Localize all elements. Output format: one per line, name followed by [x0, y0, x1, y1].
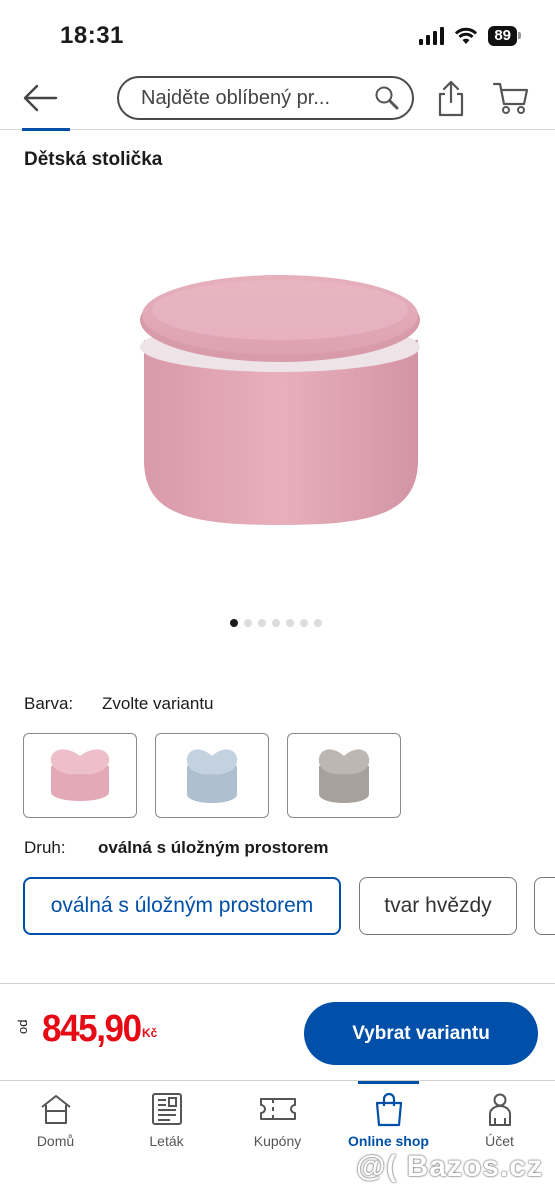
swatch-grey[interactable] — [287, 733, 401, 818]
gallery-dot[interactable] — [300, 619, 308, 627]
swatch-blue[interactable] — [155, 733, 269, 818]
arrow-left-icon — [23, 84, 58, 112]
color-value: Zvolte variantu — [102, 694, 214, 713]
tab-home-label: Domů — [36, 1133, 75, 1149]
pink-heart-ottoman-thumbnail — [50, 748, 110, 801]
product-image[interactable] — [130, 270, 430, 535]
tab-leaflet-label: Leták — [149, 1133, 184, 1149]
wifi-icon — [455, 27, 478, 44]
price-prefix: od — [15, 1019, 30, 1034]
search-placeholder: Najděte oblíbený pr... — [141, 86, 331, 109]
gallery-dot[interactable] — [314, 619, 322, 627]
leaflet-icon — [151, 1093, 182, 1125]
battery-indicator: 89 — [488, 26, 521, 46]
grey-heart-ottoman-thumbnail — [318, 748, 370, 803]
gallery-dot[interactable] — [258, 619, 266, 627]
swatch-pink[interactable] — [23, 733, 137, 818]
home-icon — [40, 1095, 71, 1124]
blue-heart-ottoman-thumbnail — [186, 748, 238, 803]
search-input[interactable]: Najděte oblíbený pr... — [117, 76, 414, 120]
status-bar: 18:31 89 — [0, 0, 555, 70]
coupon-icon — [259, 1098, 296, 1120]
gallery-dot[interactable] — [244, 619, 252, 627]
nav-header: Najděte oblíbený pr... — [0, 72, 555, 131]
price-amount: 845,90 — [42, 1008, 142, 1050]
product-title: Dětská stolička — [24, 149, 163, 170]
tab-home[interactable]: Domů — [0, 1081, 111, 1171]
type-value: oválná s úložným prostorem — [98, 838, 329, 857]
select-variant-button[interactable]: Vybrat variantu — [304, 1002, 538, 1065]
account-icon — [488, 1093, 511, 1126]
tab-leaflet[interactable]: Leták — [111, 1081, 222, 1171]
header-accent-underline — [22, 128, 70, 131]
type-option-oval[interactable]: oválná s úložným prostorem — [23, 877, 341, 935]
share-icon — [438, 80, 464, 117]
type-picker-label-row: Druh: oválná s úložným prostorem — [24, 838, 329, 858]
cart-icon — [492, 82, 529, 114]
cart-button[interactable] — [492, 80, 530, 116]
color-swatches — [23, 733, 401, 818]
tab-online-shop-label: Online shop — [348, 1133, 429, 1149]
status-icons: 89 — [419, 26, 521, 46]
gallery-dot[interactable] — [286, 619, 294, 627]
status-time: 18:31 — [60, 22, 124, 49]
type-label: Druh: — [24, 838, 66, 857]
gallery-pagination[interactable] — [230, 619, 322, 627]
share-button[interactable] — [436, 78, 466, 118]
type-options: oválná s úložným prostorem tvar hvězdy — [22, 877, 555, 937]
type-option-star[interactable]: tvar hvězdy — [359, 877, 517, 935]
cellular-signal-icon — [419, 27, 445, 45]
tab-account-label: Účet — [485, 1133, 514, 1149]
bazos-watermark: @( Bazos.cz — [356, 1150, 543, 1183]
gallery-dot[interactable] — [272, 619, 280, 627]
back-button[interactable] — [18, 78, 62, 118]
shopping-bag-icon — [375, 1092, 402, 1127]
color-label: Barva: — [24, 694, 74, 713]
type-option-more[interactable] — [534, 877, 555, 935]
tab-coupons-label: Kupóny — [253, 1133, 302, 1149]
price-currency: Kč — [142, 1026, 158, 1040]
color-picker-label-row: Barva: Zvolte variantu — [24, 694, 214, 714]
tab-coupons[interactable]: Kupóny — [222, 1081, 333, 1171]
gallery-dot[interactable] — [230, 619, 238, 627]
search-icon — [375, 86, 399, 110]
